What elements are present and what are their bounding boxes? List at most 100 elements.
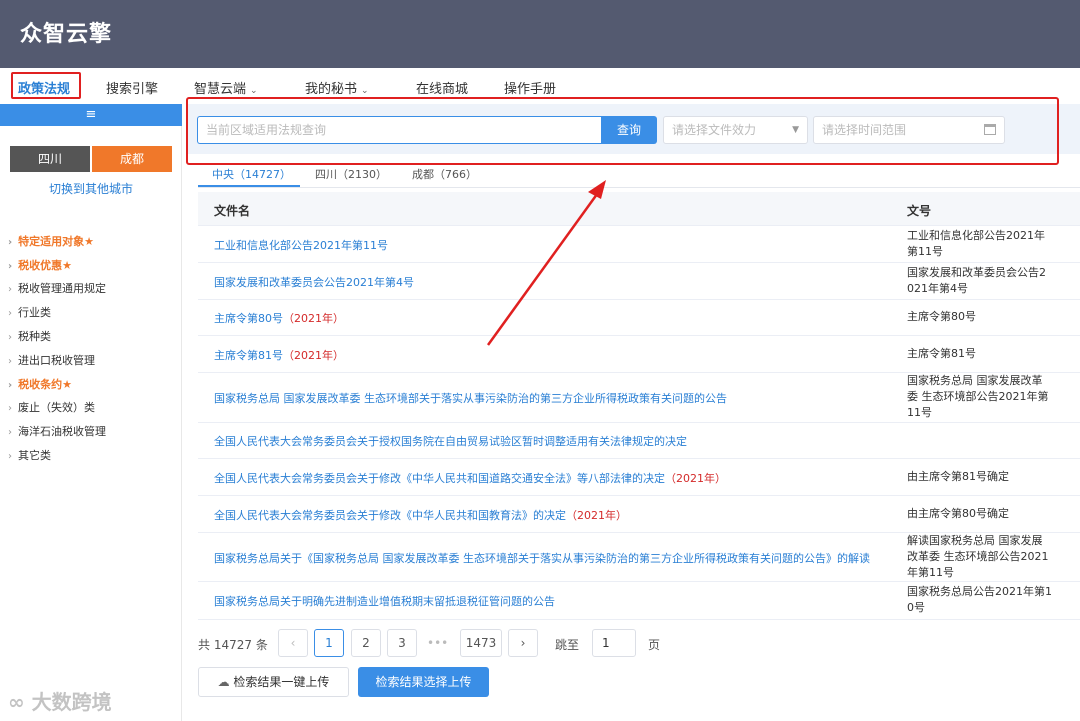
document-link[interactable]: 主席令第81号（2021年）	[214, 347, 344, 363]
annotation-highlight-nav	[11, 72, 81, 99]
jump-page-input[interactable]: 1	[592, 629, 636, 657]
sidebar-item-label: 进出口税收管理	[18, 354, 95, 367]
sidebar-item-tax-type[interactable]: › 税种类	[8, 328, 51, 344]
table-row[interactable]: 主席令第81号（2021年） 主席令第81号	[198, 336, 1080, 373]
tab-active-indicator	[198, 185, 300, 187]
table-row[interactable]: 国家发展和改革委员会公告2021年第4号 国家发展和改革委员会公告2 021年第4…	[198, 263, 1080, 300]
table-row[interactable]: 全国人民代表大会常务委员会关于修改《中华人民共和国道路交通安全法》等八部法律的决…	[198, 459, 1080, 496]
document-title: 国家税务总局 国家发展改革委 生态环境部关于落实从事污染防治的第三方企业所得税政…	[214, 392, 727, 405]
nav-secretary[interactable]: 我的秘书 ⌄	[305, 78, 369, 97]
upload-all-label: 检索结果一键上传	[233, 675, 330, 689]
chevron-right-icon: ›	[8, 427, 12, 438]
sidebar: ≡ 四川 成都 切换到其他城市 › 特定适用对象★ › 税收优惠★ › 税收管理通用规…	[0, 104, 182, 721]
document-title: 工业和信息化部公告2021年第11号	[214, 239, 388, 252]
document-number: 由主席令第80号确定	[907, 507, 1009, 520]
document-link[interactable]: 工业和信息化部公告2021年第11号	[214, 237, 388, 253]
document-link[interactable]: 国家税务总局关于《国家税务总局 国家发展改革委 生态环境部关于落实从事污染防治的…	[214, 550, 870, 566]
tab-central[interactable]: 中央（14727）	[212, 166, 291, 182]
sidebar-item-label: 海洋石油税收管理	[18, 425, 106, 438]
document-number: 解读国家税务总局 国家发展 改革委 生态环境部公告2021 年第11号	[907, 534, 1049, 579]
menu-toggle-icon[interactable]: ≡	[0, 104, 182, 126]
nav-search-engine[interactable]: 搜索引擎	[106, 78, 158, 97]
table-row[interactable]: 国家税务总局关于明确先进制造业增值税期末留抵退税征管问题的公告 国家税务总局公告…	[198, 582, 1080, 620]
document-year: （2021年）	[283, 349, 344, 362]
watermark-text: 大数跨境	[31, 690, 112, 714]
city-button-chengdu[interactable]: 成都	[92, 146, 172, 172]
page-button-last[interactable]: 1473	[460, 629, 502, 657]
document-link[interactable]: 国家发展和改革委员会公告2021年第4号	[214, 274, 414, 290]
sidebar-item-general[interactable]: › 税收管理通用规定	[8, 280, 106, 296]
star-icon: ★	[62, 259, 72, 272]
page-button-2[interactable]: 2	[351, 629, 381, 657]
star-icon: ★	[62, 378, 72, 391]
document-link[interactable]: 全国人民代表大会常务委员会关于修改《中华人民共和国道路交通安全法》等八部法律的决…	[214, 470, 726, 486]
sidebar-item-label: 特定适用对象	[18, 235, 85, 248]
chevron-right-icon: ›	[8, 261, 13, 272]
total-prefix: 共	[198, 638, 211, 652]
document-number: 国家税务总局 国家发展改革委 生态环境部公告2021年第 11号	[907, 374, 1049, 419]
document-title: 国家税务总局关于《国家税务总局 国家发展改革委 生态环境部关于落实从事污染防治的…	[214, 552, 870, 565]
watermark: ∞ 大数跨境	[8, 686, 112, 715]
document-title: 国家发展和改革委员会公告2021年第4号	[214, 276, 414, 289]
nav-label: 智慧云端	[194, 82, 247, 97]
document-number: 主席令第81号	[907, 347, 976, 360]
pagination-total: 共 14727 条	[198, 636, 268, 653]
column-header-name: 文件名	[214, 204, 251, 218]
nav-store[interactable]: 在线商城	[416, 78, 468, 97]
document-title: 全国人民代表大会常务委员会关于修改《中华人民共和国教育法》的决定	[214, 509, 566, 522]
total-count: 14727	[213, 638, 253, 652]
table-header: 文件名 文号	[198, 192, 1080, 226]
table-row[interactable]: 国家税务总局关于《国家税务总局 国家发展改革委 生态环境部关于落实从事污染防治的…	[198, 533, 1080, 582]
chevron-right-icon: ›	[8, 451, 12, 462]
page-button-3[interactable]: 3	[387, 629, 417, 657]
document-title: 主席令第81号	[214, 349, 283, 362]
document-link[interactable]: 国家税务总局 国家发展改革委 生态环境部关于落实从事污染防治的第三方企业所得税政…	[214, 390, 727, 406]
document-year: （2021年）	[283, 312, 344, 325]
sidebar-item-specific[interactable]: › 特定适用对象★	[8, 233, 94, 249]
sidebar-item-industry[interactable]: › 行业类	[8, 304, 51, 320]
upload-all-button[interactable]: ☁ 检索结果一键上传	[198, 667, 349, 697]
switch-city-link[interactable]: 切换到其他城市	[0, 180, 182, 197]
document-number: 国家发展和改革委员会公告2 021年第4号	[907, 266, 1046, 295]
next-page-button[interactable]: ›	[508, 629, 538, 657]
pagination-ellipsis[interactable]: •••	[427, 636, 448, 650]
sidebar-item-tax-incentive[interactable]: › 税收优惠★	[8, 257, 72, 273]
sidebar-item-treaty[interactable]: › 税收条约★	[8, 376, 72, 392]
nav-manual[interactable]: 操作手册	[504, 78, 556, 97]
nav-label: 操作手册	[504, 82, 557, 97]
sidebar-item-label: 税收管理通用规定	[18, 282, 106, 295]
document-link[interactable]: 国家税务总局关于明确先进制造业增值税期末留抵退税征管问题的公告	[214, 593, 555, 609]
document-title: 全国人民代表大会常务委员会关于授权国务院在自由贸易试验区暂时调整适用有关法律规定…	[214, 435, 687, 448]
document-link[interactable]: 主席令第80号（2021年）	[214, 310, 344, 326]
chevron-down-icon: ⌄	[361, 86, 369, 96]
document-year: （2021年）	[566, 509, 627, 522]
tab-sichuan[interactable]: 四川（2130）	[315, 166, 387, 182]
table-row[interactable]: 主席令第80号（2021年） 主席令第80号	[198, 300, 1080, 336]
document-number: 主席令第80号	[907, 310, 976, 323]
table-row[interactable]: 全国人民代表大会常务委员会关于修改《中华人民共和国教育法》的决定（2021年） …	[198, 496, 1080, 533]
upload-selected-button[interactable]: 检索结果选择上传	[358, 667, 489, 697]
table-row[interactable]: 工业和信息化部公告2021年第11号 工业和信息化部公告2021年 第11号	[198, 226, 1080, 263]
sidebar-item-abolished[interactable]: › 废止（失效）类	[8, 399, 95, 415]
cloud-upload-icon: ☁	[217, 675, 230, 689]
sidebar-item-label: 废止（失效）类	[18, 401, 95, 414]
sidebar-item-label: 税种类	[18, 330, 51, 343]
city-button-sichuan[interactable]: 四川	[10, 146, 90, 172]
document-link[interactable]: 全国人民代表大会常务委员会关于授权国务院在自由贸易试验区暂时调整适用有关法律规定…	[214, 433, 687, 449]
sidebar-item-offshore-oil[interactable]: › 海洋石油税收管理	[8, 423, 106, 439]
sidebar-item-import-export[interactable]: › 进出口税收管理	[8, 352, 95, 368]
tab-chengdu[interactable]: 成都（766）	[412, 166, 477, 182]
table-row[interactable]: 全国人民代表大会常务委员会关于授权国务院在自由贸易试验区暂时调整适用有关法律规定…	[198, 423, 1080, 459]
chevron-right-icon: ›	[8, 380, 13, 391]
sidebar-item-other[interactable]: › 其它类	[8, 447, 51, 463]
prev-page-button[interactable]: ‹	[278, 629, 308, 657]
sidebar-item-label: 行业类	[18, 306, 51, 319]
table-row[interactable]: 国家税务总局 国家发展改革委 生态环境部关于落实从事污染防治的第三方企业所得税政…	[198, 373, 1080, 423]
document-year: （2021年）	[665, 472, 726, 485]
chevron-right-icon: ›	[8, 332, 12, 343]
page-button-1[interactable]: 1	[314, 629, 344, 657]
document-link[interactable]: 全国人民代表大会常务委员会关于修改《中华人民共和国教育法》的决定（2021年）	[214, 507, 627, 523]
results-table: 文件名 文号 工业和信息化部公告2021年第11号 工业和信息化部公告2021年…	[198, 192, 1080, 620]
nav-smart-cloud[interactable]: 智慧云端 ⌄	[194, 78, 258, 97]
chevron-right-icon: ›	[8, 356, 12, 367]
